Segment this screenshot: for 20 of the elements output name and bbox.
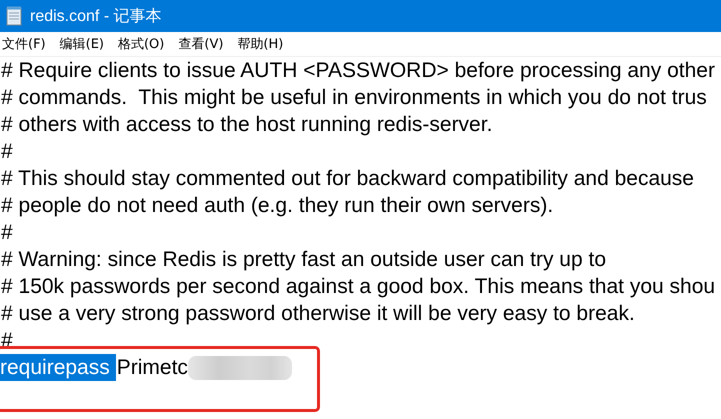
menu-item[interactable]: 格式(O) bbox=[116, 35, 176, 53]
window-title: redis.conf - 记事本 bbox=[30, 6, 162, 26]
selected-text: requirepass bbox=[0, 354, 116, 381]
text-line: # This should stay commented out for backward compatibility and because bbox=[1, 167, 694, 190]
text-line: # Require clients to issue AUTH <PASSWORD> before processing any other bbox=[1, 59, 715, 82]
menu-item[interactable]: 帮助(H) bbox=[235, 35, 296, 53]
text-line: # Warning: since Redis is pretty fast an outside user can try up to bbox=[1, 248, 606, 271]
text-line: # others with access to the host running redis-server. bbox=[1, 113, 492, 136]
text-line: # people do not need auth (e.g. they run their own servers). bbox=[1, 194, 554, 217]
menu-item[interactable]: 查看(V) bbox=[176, 35, 236, 53]
notepad-icon bbox=[6, 6, 22, 26]
menu-item[interactable]: 文件(F) bbox=[0, 35, 58, 53]
text-line: # bbox=[1, 140, 13, 163]
text-line: # bbox=[1, 221, 13, 244]
text-line: # commands. This might be useful in environments in which you do not trus bbox=[1, 86, 707, 109]
text-line: Primetc bbox=[116, 355, 188, 381]
text-line: # bbox=[1, 329, 13, 352]
text-line: # 150k passwords per second against a good box. This means that you shou bbox=[1, 275, 716, 298]
text-line: # use a very strong password otherwise it will be very easy to break. bbox=[1, 302, 635, 325]
menu-item[interactable]: 编辑(E) bbox=[58, 35, 116, 53]
